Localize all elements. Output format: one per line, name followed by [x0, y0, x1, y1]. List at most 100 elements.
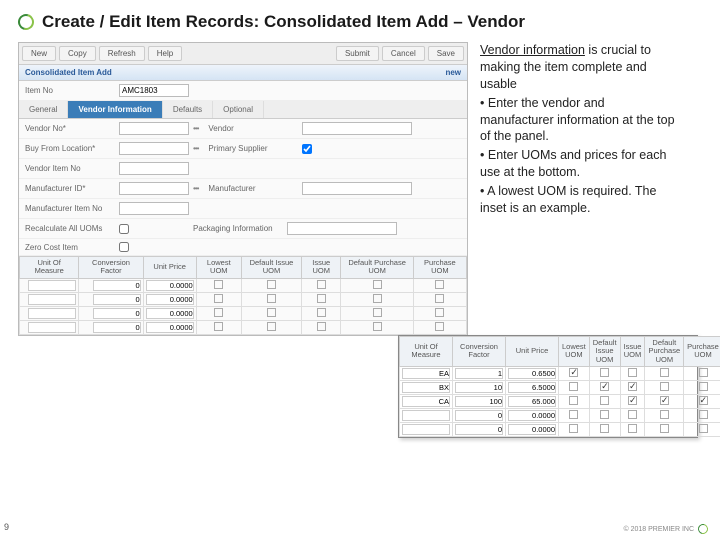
submit-button[interactable]: Submit — [336, 46, 379, 61]
buyfrom-input[interactable] — [119, 142, 189, 155]
bullet-1: Enter the vendor and manufacturer inform… — [480, 96, 675, 144]
table-row — [20, 292, 467, 306]
uom-input[interactable] — [402, 396, 450, 407]
uom-input[interactable] — [402, 368, 450, 379]
checkbox-icon[interactable] — [628, 368, 637, 377]
zero-check[interactable] — [119, 242, 129, 252]
mfritem-input[interactable] — [119, 202, 189, 215]
grid-header: Purchase UOM — [413, 257, 466, 279]
uom-input[interactable] — [28, 322, 76, 333]
price-input[interactable] — [508, 410, 556, 421]
mfritem-label: Manufacturer Item No — [25, 204, 115, 213]
checkbox-icon[interactable] — [600, 396, 609, 405]
cf-input[interactable] — [455, 368, 503, 379]
tab-defaults[interactable]: Defaults — [163, 101, 213, 118]
checkbox-icon[interactable] — [699, 424, 708, 433]
lookup-icon[interactable]: ••• — [193, 184, 198, 193]
uom-input[interactable] — [28, 308, 76, 319]
packaging-input[interactable] — [287, 222, 397, 235]
grid-header: Conversion Factor — [79, 257, 143, 279]
itemno-input[interactable] — [119, 84, 189, 97]
price-input[interactable] — [508, 368, 556, 379]
grid-header: Default Issue UOM — [589, 337, 620, 367]
checkbox-icon[interactable] — [660, 410, 669, 419]
cf-input[interactable] — [93, 294, 141, 305]
cancel-button[interactable]: Cancel — [382, 46, 425, 61]
checkbox-icon[interactable] — [569, 382, 578, 391]
checkbox-icon[interactable] — [699, 410, 708, 419]
table-row — [20, 320, 467, 334]
vendor-label: Vendor — [208, 124, 298, 133]
uom-input[interactable] — [28, 280, 76, 291]
mfrid-input[interactable] — [119, 182, 189, 195]
price-input[interactable] — [146, 308, 194, 319]
tab-optional[interactable]: Optional — [213, 101, 264, 118]
section-status: new — [445, 68, 461, 77]
bullet-2: Enter UOMs and prices for each use at th… — [480, 148, 666, 179]
checkbox-icon[interactable] — [569, 368, 578, 377]
cf-input[interactable] — [455, 410, 503, 421]
tab-general[interactable]: General — [19, 101, 68, 118]
copy-button[interactable]: Copy — [59, 46, 96, 61]
cf-input[interactable] — [455, 424, 503, 435]
checkbox-icon[interactable] — [699, 368, 708, 377]
checkbox-icon[interactable] — [600, 410, 609, 419]
checkbox-icon[interactable] — [699, 382, 708, 391]
grid-header: Default Issue UOM — [241, 257, 301, 279]
primary-supplier-check[interactable] — [302, 144, 312, 154]
checkbox-icon[interactable] — [628, 424, 637, 433]
checkbox-icon[interactable] — [660, 396, 669, 405]
new-button[interactable]: New — [22, 46, 56, 61]
checkbox-icon[interactable] — [600, 368, 609, 377]
uom-input[interactable] — [402, 382, 450, 393]
checkbox-icon[interactable] — [628, 396, 637, 405]
table-row — [20, 278, 467, 292]
mfr-name-input[interactable] — [302, 182, 412, 195]
save-button[interactable]: Save — [428, 46, 464, 61]
tab-vendor[interactable]: Vendor Information — [68, 101, 162, 118]
recalc-label: Recalculate All UOMs — [25, 224, 115, 233]
lookup-icon[interactable]: ••• — [193, 144, 198, 153]
uom-input[interactable] — [28, 294, 76, 305]
cf-input[interactable] — [93, 308, 141, 319]
grid-header: Lowest UOM — [196, 257, 241, 279]
app-panel: New Copy Refresh Help Submit Cancel Save… — [18, 42, 468, 336]
price-input[interactable] — [146, 280, 194, 291]
vendor-name-input[interactable] — [302, 122, 412, 135]
cf-input[interactable] — [93, 280, 141, 291]
section-header: Consolidated Item Add new — [19, 65, 467, 81]
vendoritem-input[interactable] — [119, 162, 189, 175]
price-input[interactable] — [508, 396, 556, 407]
price-input[interactable] — [508, 424, 556, 435]
uom-input[interactable] — [402, 424, 450, 435]
footer: © 2018 PREMIER INC — [623, 524, 708, 534]
cf-input[interactable] — [93, 322, 141, 333]
checkbox-icon[interactable] — [660, 368, 669, 377]
checkbox-icon[interactable] — [660, 424, 669, 433]
checkbox-icon[interactable] — [660, 382, 669, 391]
grid-header: Unit Price — [143, 257, 196, 279]
checkbox-icon[interactable] — [569, 424, 578, 433]
price-input[interactable] — [146, 322, 194, 333]
cf-input[interactable] — [455, 396, 503, 407]
primary-supplier-label: Primary Supplier — [208, 144, 298, 153]
uom-input[interactable] — [402, 410, 450, 421]
price-input[interactable] — [508, 382, 556, 393]
recalc-check[interactable] — [119, 224, 129, 234]
inset-panel: Unit Of MeasureConversion FactorUnit Pri… — [398, 335, 698, 438]
help-button[interactable]: Help — [148, 46, 182, 61]
vendor-no-input[interactable] — [119, 122, 189, 135]
checkbox-icon[interactable] — [600, 382, 609, 391]
refresh-button[interactable]: Refresh — [99, 46, 145, 61]
checkbox-icon[interactable] — [569, 396, 578, 405]
price-input[interactable] — [146, 294, 194, 305]
checkbox-icon[interactable] — [569, 410, 578, 419]
checkbox-icon[interactable] — [699, 396, 708, 405]
lookup-icon[interactable]: ••• — [193, 124, 198, 133]
checkbox-icon[interactable] — [600, 424, 609, 433]
checkbox-icon[interactable] — [628, 382, 637, 391]
checkbox-icon[interactable] — [628, 410, 637, 419]
inset-grid: Unit Of MeasureConversion FactorUnit Pri… — [399, 336, 720, 437]
cf-input[interactable] — [455, 382, 503, 393]
page-number: 9 — [4, 522, 9, 532]
